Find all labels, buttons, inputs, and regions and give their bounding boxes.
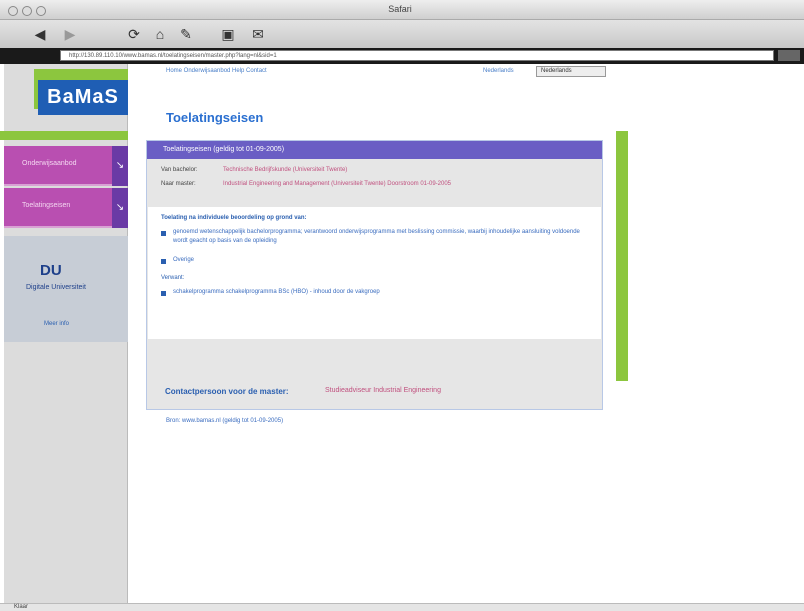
requirement-item[interactable]: Overige [173,256,593,265]
language-label: Nederlands [483,68,514,74]
web-page: BaMaS Onderwijsaanbod ↘ Toelatingseisen … [0,64,804,611]
requirement-item[interactable]: schakelprogramma schakelprogramma BSc (H… [173,288,593,297]
status-bar: Klaar [0,603,804,611]
green-vertical-bar [616,131,628,381]
requirements-panel: Toelatingseisen (geldig tot 01-09-2005) … [146,140,603,410]
mail-icon[interactable]: ✉ [248,25,268,43]
from-bachelor-link[interactable]: Technische Bedrijfskunde (Universiteit T… [223,167,347,173]
url-field[interactable]: http://130.89.110.10/www.bamas.nl/toelat… [60,50,774,61]
back-icon[interactable]: ◀ [30,25,50,43]
related-title: Verwant: [161,275,185,281]
requirement-item[interactable]: genoemd wetenschappelijk bachelorprogram… [173,228,593,246]
du-link[interactable]: Meer info [44,321,69,327]
browser-toolbar: ◀ ▶ ⟳ ⌂ ✎ ▣ ✉ [0,20,804,48]
section-title: Toelating na individuele beoordeling op … [161,215,307,221]
sidebar-item-label: Onderwijsaanbod [22,160,77,167]
language-select[interactable]: Nederlands [536,66,606,77]
bullet-icon [161,259,166,264]
du-logo[interactable]: DU [40,262,62,279]
contact-label: Contactpersoon voor de master: [165,387,289,396]
chevron-right-icon: ↘ [112,146,128,186]
bookmarks-icon[interactable]: ✎ [176,25,196,43]
top-navigation[interactable]: Home Onderwijsaanbod Help Contact [166,68,267,74]
close-window-icon[interactable] [8,6,18,16]
bullet-icon [161,291,166,296]
contact-link[interactable]: Studieadviseur Industrial Engineering [325,387,441,394]
window-titlebar: Safari [0,0,804,20]
sidebar-item-toelatingseisen[interactable]: Toelatingseisen ↘ [4,188,128,228]
page-title: Toelatingseisen [166,110,264,125]
to-master-link[interactable]: Industrial Engineering and Management (U… [223,181,593,187]
print-icon[interactable]: ▣ [218,25,238,43]
footer-text: Bron: www.bamas.nl (geldig tot 01-09-200… [166,418,284,424]
panel-heading: Toelatingseisen (geldig tot 01-09-2005) [147,141,602,159]
home-icon[interactable]: ⌂ [150,25,170,43]
address-bar: http://130.89.110.10/www.bamas.nl/toelat… [0,48,804,64]
chevron-right-icon: ↘ [112,188,128,228]
go-button[interactable] [778,50,800,61]
forward-icon[interactable]: ▶ [60,25,80,43]
bullet-icon [161,231,166,236]
reload-icon[interactable]: ⟳ [124,25,144,43]
minimize-window-icon[interactable] [22,6,32,16]
du-subtitle: Digitale Universiteit [26,284,86,291]
site-logo[interactable]: BaMaS [38,80,128,115]
du-box: DU Digitale Universiteit Meer info [4,236,128,342]
sidebar-item-onderwijsaanbod[interactable]: Onderwijsaanbod ↘ [4,146,128,186]
window-title: Safari [388,4,412,14]
panel-body [148,207,601,339]
sidebar-item-label: Toelatingseisen [22,202,71,209]
main-content: Home Onderwijsaanbod Help Contact Nederl… [128,64,616,604]
from-bachelor-label: Van bachelor: [161,167,198,173]
zoom-window-icon[interactable] [36,6,46,16]
to-master-label: Naar master: [161,181,196,187]
